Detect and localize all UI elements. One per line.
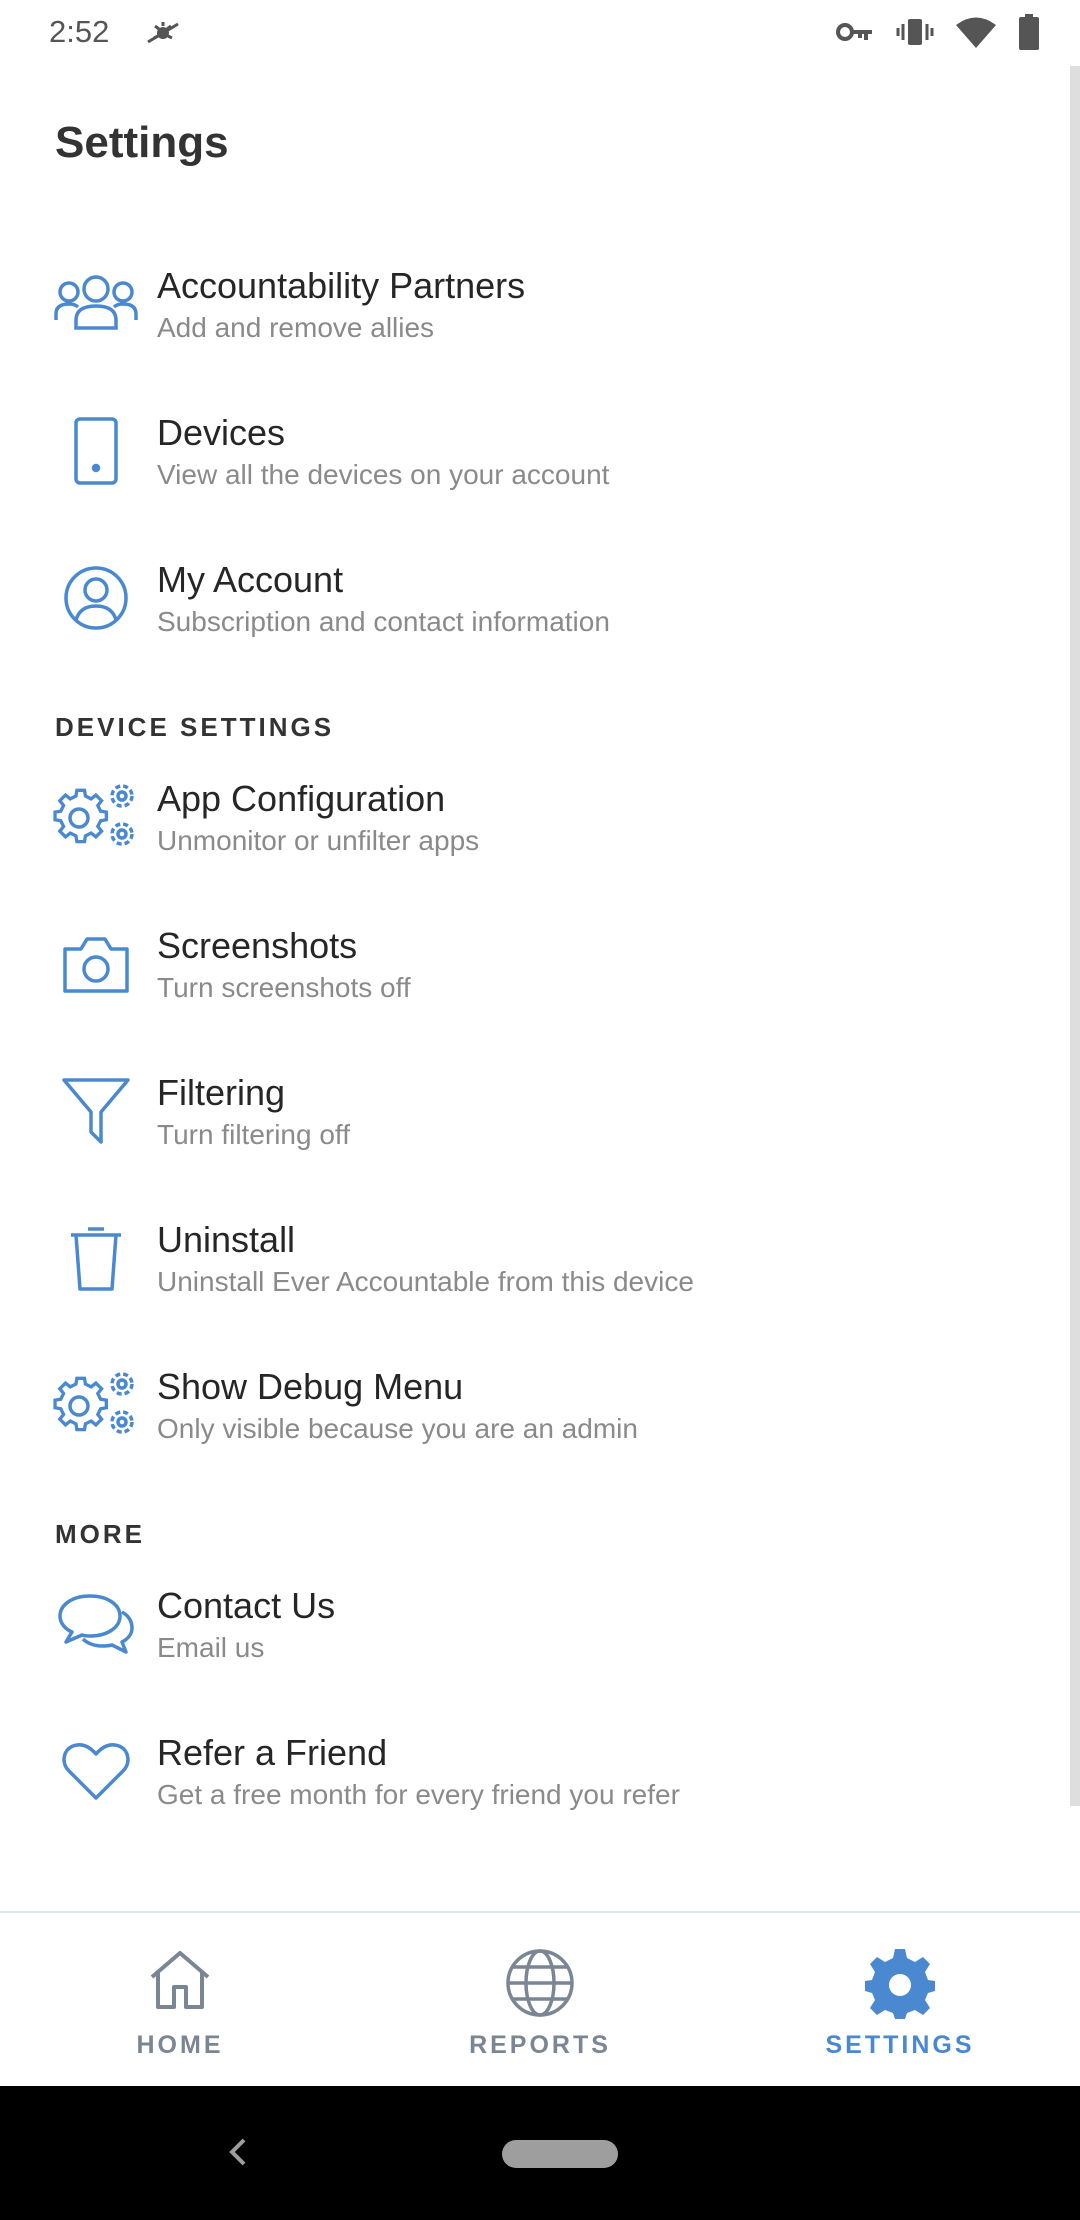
phone-icon [52,409,140,493]
item-title: Screenshots [157,925,358,966]
section-header-device-settings: DEVICE SETTINGS [55,712,335,742]
tab-reports[interactable]: REPORTS [360,1913,720,2088]
settings-item-filtering[interactable]: Filtering Turn filtering off [0,1057,1060,1204]
status-bar: 2:52 [0,0,1080,66]
item-subtitle: Uninstall Ever Accountable from this dev… [157,1266,694,1297]
item-subtitle: Unmonitor or unfilter apps [157,825,480,856]
tab-label: HOME [136,2031,224,2059]
item-subtitle: Add and remove allies [157,312,435,343]
item-title: Filtering [157,1072,286,1113]
item-subtitle: Turn screenshots off [157,972,411,1003]
item-title: Accountability Partners [157,265,526,306]
item-subtitle: Subscription and contact information [157,606,610,637]
camera-icon [52,922,140,1006]
item-title: My Account [157,559,344,600]
status-time: 2:52 [49,14,110,49]
user-circle-icon [52,556,140,640]
gear-icon [720,1947,1080,2021]
item-title: Devices [157,412,286,453]
settings-list: Accountability Partners Add and remove a… [0,250,1060,1864]
people-icon [52,262,140,346]
key-icon [836,19,874,50]
item-subtitle: Email us [157,1632,265,1663]
item-title: Contact Us [157,1585,336,1626]
heart-icon [52,1729,140,1813]
gears-icon [52,775,140,859]
section-header-more: MORE [55,1519,145,1549]
item-subtitle: Turn filtering off [157,1119,350,1150]
vibrate-icon [896,16,934,53]
item-title: Uninstall [157,1219,296,1260]
debug-icon [142,16,184,53]
back-icon[interactable] [226,2132,250,2177]
item-title: App Configuration [157,778,446,819]
item-title: Show Debug Menu [157,1366,464,1407]
scrollbar[interactable] [1070,66,1080,1806]
filter-icon [52,1069,140,1153]
tab-home[interactable]: HOME [0,1913,360,2088]
settings-item-app-configuration[interactable]: App Configuration Unmonitor or unfilter … [0,763,1060,910]
home-pill-button[interactable] [502,2140,618,2168]
tab-settings[interactable]: SETTINGS [720,1913,1080,2088]
item-subtitle: View all the devices on your account [157,459,610,490]
bottom-navigation: HOME REPORTS SETTINGS [0,1911,1080,2088]
system-navigation-bar [0,2086,1080,2220]
tab-label: REPORTS [469,2031,611,2059]
settings-item-my-account[interactable]: My Account Subscription and contact info… [0,544,1060,691]
settings-item-accountability-partners[interactable]: Accountability Partners Add and remove a… [0,250,1060,397]
settings-item-contact-us[interactable]: Contact Us Email us [0,1570,1060,1717]
battery-icon [1018,14,1040,55]
item-subtitle: Get a free month for every friend you re… [157,1779,680,1810]
page-title: Settings [55,118,229,167]
chat-icon [52,1582,140,1666]
wifi-icon [956,16,996,53]
settings-item-show-debug-menu[interactable]: Show Debug Menu Only visible because you… [0,1351,1060,1498]
settings-item-uninstall[interactable]: Uninstall Uninstall Ever Accountable fro… [0,1204,1060,1351]
item-title: Refer a Friend [157,1732,388,1773]
gears-icon [52,1363,140,1447]
globe-icon [360,1947,720,2021]
settings-item-refer-a-friend[interactable]: Refer a Friend Get a free month for ever… [0,1717,1060,1864]
trash-icon [52,1216,140,1300]
item-subtitle: Only visible because you are an admin [157,1413,638,1444]
tab-label: SETTINGS [825,2031,975,2059]
settings-item-devices[interactable]: Devices View all the devices on your acc… [0,397,1060,544]
home-icon [0,1947,360,2021]
settings-item-screenshots[interactable]: Screenshots Turn screenshots off [0,910,1060,1057]
